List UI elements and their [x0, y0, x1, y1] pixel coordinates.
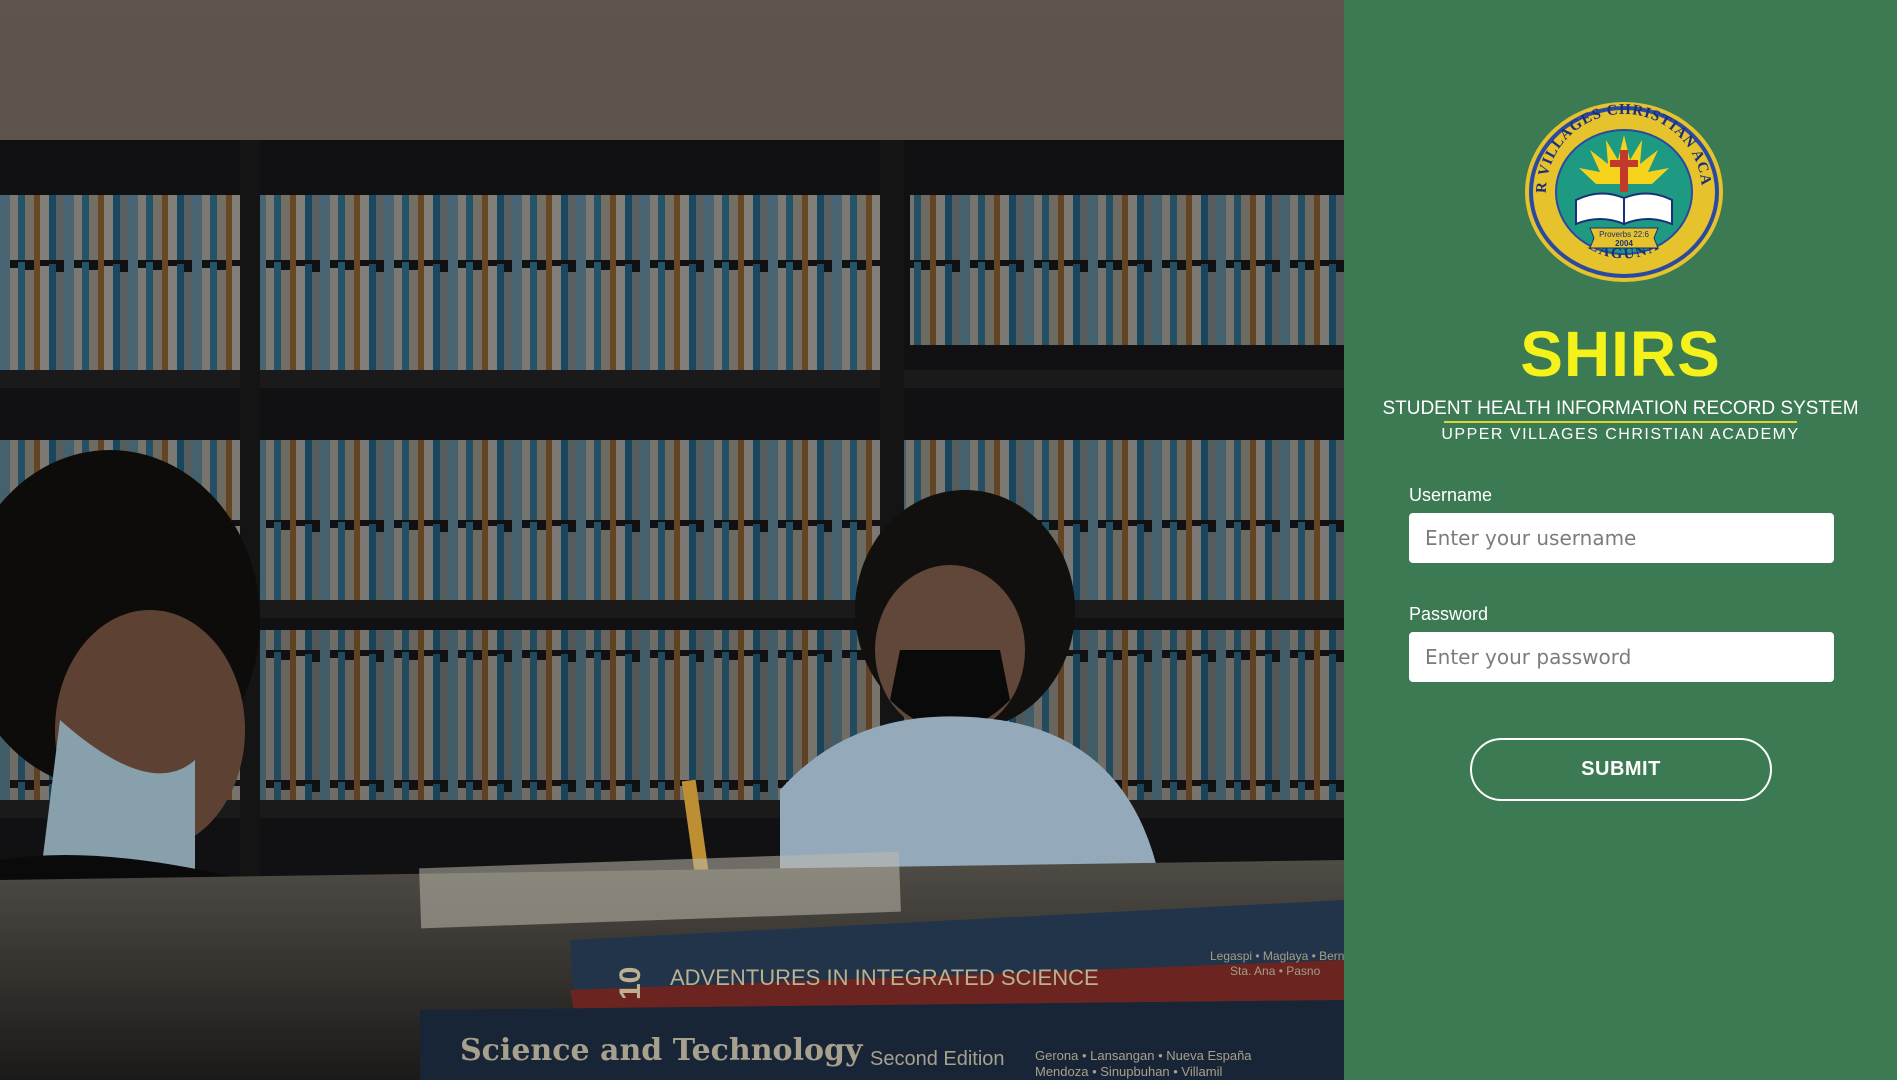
- username-label: Username: [1409, 485, 1493, 505]
- library-photo-illustration: ADVENTURES IN INTEGRATED SCIENCE 10 Lega…: [0, 0, 1344, 1080]
- school-seal-logo: UPPER VILLAGES CHRISTIAN ACADEMY LAGUNA …: [1524, 100, 1723, 282]
- submit-button[interactable]: SUBMIT: [1470, 738, 1772, 801]
- login-page: ADVENTURES IN INTEGRATED SCIENCE 10 Lega…: [0, 0, 1897, 1080]
- seal-verse-text: Proverbs 22:6: [1599, 230, 1649, 239]
- school-name: UPPER VILLAGES CHRISTIAN ACADEMY: [1441, 426, 1800, 443]
- library-background-photo: ADVENTURES IN INTEGRATED SCIENCE 10 Lega…: [0, 0, 1344, 1080]
- subtitle-divider: [1444, 421, 1797, 423]
- open-book-icon: [1575, 192, 1673, 226]
- password-label: Password: [1409, 604, 1489, 624]
- seal-year-text: 2004: [1615, 239, 1633, 248]
- cross-icon: [1620, 150, 1628, 192]
- app-title: SHIRS: [1520, 318, 1721, 390]
- username-input[interactable]: [1409, 513, 1834, 563]
- password-input[interactable]: [1409, 632, 1834, 682]
- app-subtitle: STUDENT HEALTH INFORMATION RECORD SYSTEM: [1382, 398, 1859, 419]
- login-panel: UPPER VILLAGES CHRISTIAN ACADEMY LAGUNA …: [1344, 0, 1897, 1080]
